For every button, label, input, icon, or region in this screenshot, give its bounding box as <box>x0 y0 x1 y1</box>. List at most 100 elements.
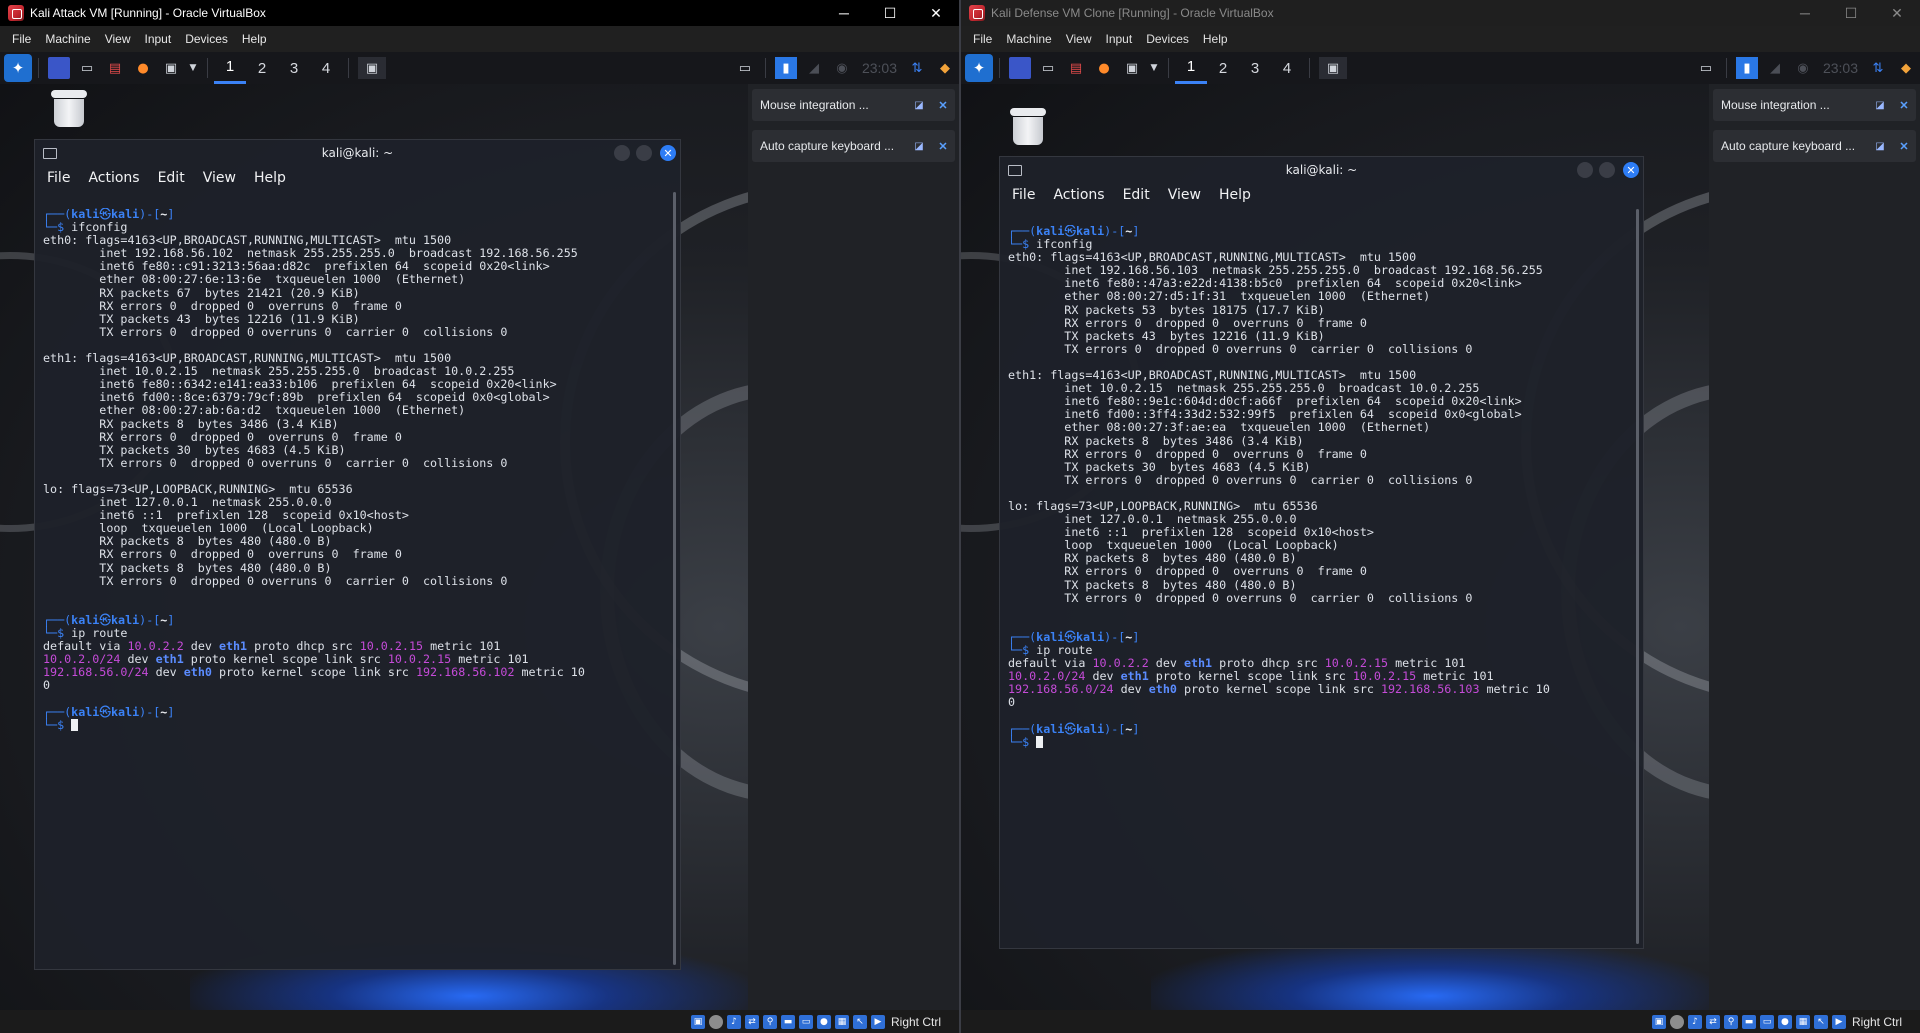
maximize-button[interactable] <box>1599 162 1615 178</box>
workspace-4[interactable]: 4 <box>1271 52 1303 84</box>
notification-icon[interactable]: ▮ <box>774 57 797 79</box>
guest-desktop[interactable]: ✦ ▭ ▤ ● ▣ ▼ 1 2 3 4 ▣ ▭ ▮ ◢ ◉ 23:03 ⇅ ◆ <box>0 52 959 1010</box>
keyboard-capture-icon[interactable]: ▶ <box>870 1014 885 1029</box>
mouse-integration-icon[interactable]: ↖ <box>852 1014 867 1029</box>
kali-menu-icon[interactable]: ✦ <box>965 54 993 82</box>
display-icon[interactable]: ▭ <box>798 1014 813 1029</box>
chevron-down-icon[interactable]: ▼ <box>1149 57 1159 79</box>
maximize-button[interactable] <box>636 145 652 161</box>
audio-icon[interactable]: ♪ <box>1687 1014 1702 1029</box>
terminal-output[interactable]: ┌──(kali㉿kali)-[~] └─$ ifconfig eth0: fl… <box>1008 225 1629 944</box>
workspace-2[interactable]: 2 <box>246 52 278 84</box>
terminal-titlebar[interactable]: kali@kali: ~ ✕ <box>1000 157 1643 183</box>
shared-folder-icon[interactable]: ▬ <box>780 1014 795 1029</box>
terminal-menu-edit[interactable]: Edit <box>1114 187 1159 203</box>
menu-devices[interactable]: Devices <box>1139 32 1196 46</box>
kali-menu-icon[interactable]: ✦ <box>4 54 32 82</box>
guest-desktop[interactable]: ✦ ▭ ▤ ● ▣ ▼ 1 2 3 4 ▣ ▭ ▮ ◢ ◉ 23:03 ⇅ ◆ <box>961 52 1920 1010</box>
minimize-button[interactable] <box>1577 162 1593 178</box>
info-icon[interactable]: ◪ <box>907 100 931 111</box>
workspace-1[interactable]: 1 <box>214 52 246 84</box>
terminal-titlebar[interactable]: kali@kali: ~ ✕ <box>35 140 680 166</box>
terminal-icon[interactable]: ▣ <box>160 57 182 79</box>
cpu-icon[interactable]: ▦ <box>1795 1014 1810 1029</box>
optical-drive-icon[interactable] <box>1669 1014 1684 1029</box>
workspace-1[interactable]: 1 <box>1175 52 1207 84</box>
workspace-4[interactable]: 4 <box>310 52 342 84</box>
host-titlebar[interactable]: Kali Attack VM [Running] - Oracle Virtua… <box>0 0 959 26</box>
minimize-button[interactable]: ─ <box>1782 0 1828 26</box>
close-icon[interactable]: ✕ <box>1892 99 1916 112</box>
menu-input[interactable]: Input <box>138 32 179 46</box>
close-button[interactable]: ✕ <box>660 145 676 161</box>
terminal-icon[interactable]: ▣ <box>1121 57 1143 79</box>
notification-mouse[interactable]: Mouse integration ... ◪ ✕ <box>1713 89 1916 121</box>
usb-icon[interactable]: ⚲ <box>1723 1014 1738 1029</box>
power-icon[interactable]: ◉ <box>1792 57 1814 79</box>
close-button[interactable]: ✕ <box>1623 162 1639 178</box>
display-icon[interactable]: ▭ <box>1695 57 1717 79</box>
close-icon[interactable]: ✕ <box>931 140 955 153</box>
menu-machine[interactable]: Machine <box>38 32 97 46</box>
bell-icon[interactable]: ◢ <box>1764 57 1786 79</box>
taskbar-terminal-icon[interactable]: ▣ <box>1319 57 1347 79</box>
keyboard-capture-icon[interactable]: ▶ <box>1831 1014 1846 1029</box>
cpu-icon[interactable]: ▦ <box>834 1014 849 1029</box>
terminal-menu-file[interactable]: File <box>1000 187 1044 203</box>
scrollbar[interactable] <box>1636 209 1639 944</box>
trash-icon[interactable] <box>1010 108 1046 146</box>
maximize-button[interactable]: ☐ <box>1828 0 1874 26</box>
terminal-menu-help[interactable]: Help <box>245 170 295 186</box>
bell-icon[interactable]: ◢ <box>803 57 825 79</box>
info-icon[interactable]: ◪ <box>1868 100 1892 111</box>
clock[interactable]: 23:03 <box>1823 60 1858 76</box>
menu-input[interactable]: Input <box>1099 32 1140 46</box>
power-icon[interactable]: ◉ <box>831 57 853 79</box>
menu-view[interactable]: View <box>1059 32 1099 46</box>
terminal-menu-help[interactable]: Help <box>1210 187 1260 203</box>
display-icon[interactable]: ▭ <box>1759 1014 1774 1029</box>
close-icon[interactable]: ✕ <box>931 99 955 112</box>
scrollbar[interactable] <box>673 192 676 965</box>
terminal-output[interactable]: ┌──(kali㉿kali)-[~] └─$ ifconfig eth0: fl… <box>43 208 666 965</box>
network-icon[interactable]: ⇄ <box>1705 1014 1720 1029</box>
notification-mouse[interactable]: Mouse integration ... ◪ ✕ <box>752 89 955 121</box>
updates-icon[interactable]: ◆ <box>934 57 956 79</box>
desktop-icon[interactable] <box>1009 57 1031 79</box>
terminal-menu-edit[interactable]: Edit <box>149 170 194 186</box>
notification-keyboard[interactable]: Auto capture keyboard ... ◪ ✕ <box>752 130 955 162</box>
network-icon[interactable]: ⇄ <box>744 1014 759 1029</box>
network-icon[interactable]: ⇅ <box>906 57 928 79</box>
trash-icon[interactable] <box>51 90 87 128</box>
menu-help[interactable]: Help <box>1196 32 1235 46</box>
menu-devices[interactable]: Devices <box>178 32 235 46</box>
terminal-window[interactable]: kali@kali: ~ ✕ File Actions Edit View He… <box>999 156 1644 949</box>
terminal-menu-view[interactable]: View <box>1159 187 1210 203</box>
terminal-window[interactable]: kali@kali: ~ ✕ File Actions Edit View He… <box>34 139 681 970</box>
display-icon[interactable]: ▭ <box>734 57 756 79</box>
info-icon[interactable]: ◪ <box>907 141 931 152</box>
close-icon[interactable]: ✕ <box>1892 140 1916 153</box>
info-icon[interactable]: ◪ <box>1868 141 1892 152</box>
shared-folder-icon[interactable]: ▬ <box>1741 1014 1756 1029</box>
close-button[interactable]: ✕ <box>1874 0 1920 26</box>
firefox-icon[interactable]: ● <box>132 57 154 79</box>
menu-file[interactable]: File <box>961 32 999 46</box>
taskbar-terminal-icon[interactable]: ▣ <box>358 57 386 79</box>
optical-drive-icon[interactable] <box>708 1014 723 1029</box>
network-icon[interactable]: ⇅ <box>1867 57 1889 79</box>
terminal-menu-view[interactable]: View <box>194 170 245 186</box>
close-button[interactable]: ✕ <box>913 0 959 26</box>
terminal-menu-actions[interactable]: Actions <box>79 170 148 186</box>
chevron-down-icon[interactable]: ▼ <box>188 57 198 79</box>
mouse-integration-icon[interactable]: ↖ <box>1813 1014 1828 1029</box>
menu-view[interactable]: View <box>98 32 138 46</box>
minimize-button[interactable] <box>614 145 630 161</box>
recording-icon[interactable]: ● <box>1777 1014 1792 1029</box>
text-editor-icon[interactable]: ▤ <box>1065 57 1087 79</box>
menu-help[interactable]: Help <box>235 32 274 46</box>
maximize-button[interactable]: ☐ <box>867 0 913 26</box>
audio-icon[interactable]: ♪ <box>726 1014 741 1029</box>
workspace-2[interactable]: 2 <box>1207 52 1239 84</box>
menu-machine[interactable]: Machine <box>999 32 1058 46</box>
